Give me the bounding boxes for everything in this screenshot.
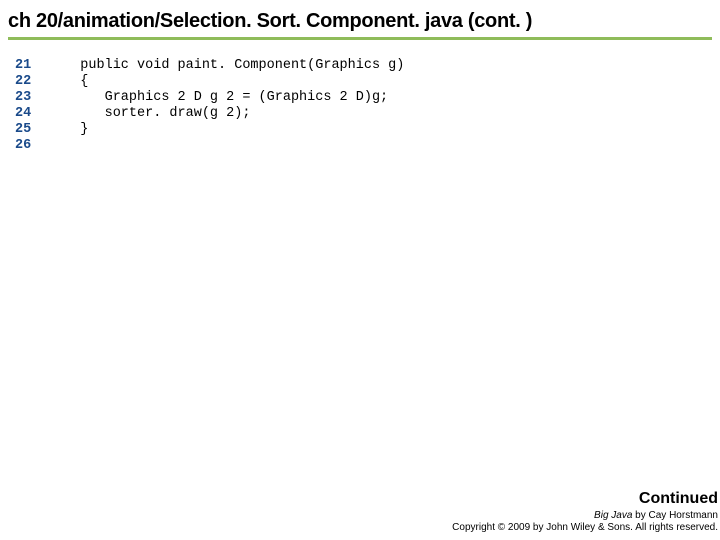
line-text: sorter. draw(g 2); [56,106,720,122]
code-line: 25 } [0,122,720,138]
line-number: 24 [0,106,56,122]
slide-title: ch 20/animation/Selection. Sort. Compone… [8,10,712,33]
code-listing: 21 public void paint. Component(Graphics… [0,40,720,154]
line-number: 22 [0,74,56,90]
copyright-line-1: Big Java by Cay Horstmann [452,510,718,522]
code-line: 24 sorter. draw(g 2); [0,106,720,122]
copyright-line-2: Copyright © 2009 by John Wiley & Sons. A… [452,522,718,534]
line-text: public void paint. Component(Graphics g) [56,58,720,74]
code-line: 23 Graphics 2 D g 2 = (Graphics 2 D)g; [0,90,720,106]
continued-label: Continued [452,490,718,508]
slide-header: ch 20/animation/Selection. Sort. Compone… [0,0,720,40]
line-number: 21 [0,58,56,74]
line-text [56,138,720,154]
code-line: 21 public void paint. Component(Graphics… [0,58,720,74]
line-number: 26 [0,138,56,154]
line-text: } [56,122,720,138]
slide-footer: Continued Big Java by Cay Horstmann Copy… [452,490,718,534]
line-text: Graphics 2 D g 2 = (Graphics 2 D)g; [56,90,720,106]
line-number: 23 [0,90,56,106]
code-line: 26 [0,138,720,154]
line-number: 25 [0,122,56,138]
line-text: { [56,74,720,90]
code-line: 22 { [0,74,720,90]
author-name: by Cay Horstmann [632,510,718,521]
book-title: Big Java [594,510,632,521]
